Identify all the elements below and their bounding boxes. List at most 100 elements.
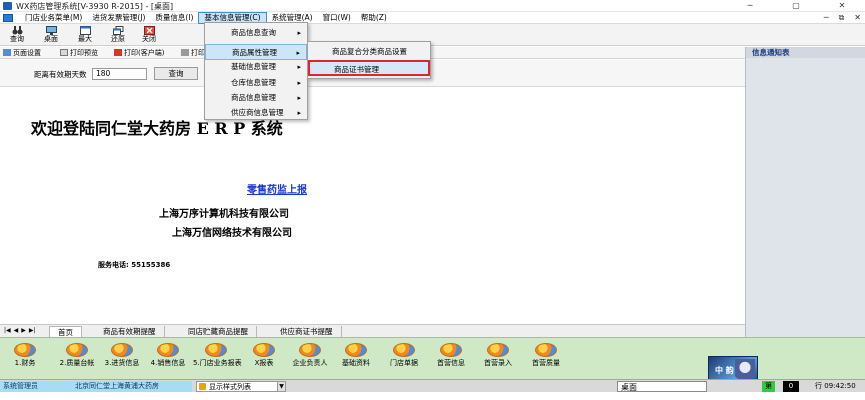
maximize-button[interactable]: ▢ <box>773 0 819 12</box>
tab-prev-button[interactable]: ◀ <box>14 327 19 334</box>
print-button[interactable]: 打印 <box>181 48 205 58</box>
system-menu-icon[interactable] <box>3 14 13 22</box>
chevron-down-icon[interactable]: ▼ <box>277 382 285 391</box>
tab-first-button[interactable]: |◀ <box>4 327 11 334</box>
module-label: 1.财务 <box>14 359 36 367</box>
menu-help[interactable]: 帮助(Z) <box>356 12 392 24</box>
menu-item-product-info[interactable]: 商品信息管理 ▸ <box>205 90 307 106</box>
menu-window[interactable]: 窗口(W) <box>318 12 356 24</box>
module-first-entry[interactable]: 首营录入 <box>475 343 521 377</box>
tab-storage-reminder[interactable]: 同店贮藏商品提醒 <box>180 326 257 337</box>
tab-last-button[interactable]: ▶| <box>29 327 36 334</box>
module-first-info[interactable]: 首营信息 <box>428 343 474 377</box>
chevron-right-icon: ▸ <box>297 63 301 71</box>
maximize-label: 最大 <box>78 35 92 43</box>
module-label: 首营质量 <box>532 359 560 367</box>
expiry-days-label: 距离有效期天数 <box>34 70 87 79</box>
module-enterprise-head[interactable]: 企业负责人 <box>287 343 333 377</box>
menu-item-basic-info[interactable]: 基础信息管理 ▸ <box>205 59 307 75</box>
candy-icon <box>14 343 36 357</box>
print-client-label: 打印(客户端) <box>124 49 165 57</box>
expiry-days-input[interactable]: 180 <box>92 68 147 80</box>
status-bar: 系统管理员 北京同仁堂上海黄浦大药房 显示样式列表 ▼ 桌面 第 0 行 09:… <box>0 379 865 392</box>
menu-item-supplier-info[interactable]: 供应商信息管理 ▸ <box>205 105 307 121</box>
candy-icon <box>66 343 88 357</box>
menu-purchase-invoice[interactable]: 进货发票管理(J) <box>87 12 150 24</box>
desktop-button[interactable]: 桌面 <box>38 25 64 45</box>
print-preview-label: 打印预览 <box>70 49 98 57</box>
menu-item-label: 商品信息管理 <box>231 93 276 102</box>
close-label: 关闭 <box>142 35 156 43</box>
menu-item-product-attribute[interactable]: 商品属性管理 ▸ <box>205 44 307 60</box>
candy-icon <box>393 343 415 357</box>
mdi-minimize-button[interactable]: ─ <box>824 12 829 24</box>
tab-next-button[interactable]: ▶ <box>21 327 26 334</box>
module-label: 首营信息 <box>437 359 465 367</box>
print-client-icon <box>114 49 122 56</box>
desktop-label: 桌面 <box>44 35 58 43</box>
submenu-item-certificate-management[interactable]: 商品证书管理 <box>308 60 430 76</box>
line-label: 行 09:42:50 <box>812 381 859 392</box>
minimize-button[interactable]: ─ <box>727 0 773 12</box>
tab-nav: |◀ ◀ ▶ ▶| <box>4 327 36 334</box>
basic-info-dropdown: 商品信息查询 ▸ 商品属性管理 ▸ 基础信息管理 ▸ 仓库信息管理 ▸ 商品信息管理 ▸ … <box>204 22 308 120</box>
print-preview-icon <box>60 49 68 56</box>
row-label: 第 <box>762 381 775 392</box>
submenu-item-category-setting[interactable]: 商品复合分类商品设置 <box>308 44 430 60</box>
candy-icon <box>111 343 133 357</box>
time-text: 09:42:50 <box>824 382 856 390</box>
close-window-button[interactable]: ✕ <box>819 0 865 12</box>
app-icon <box>3 2 12 10</box>
restore-tool-button[interactable]: 还原 <box>105 25 131 45</box>
print-client-button[interactable]: 打印(客户端) <box>114 48 164 58</box>
page-setup-button[interactable]: 页面设置 <box>3 48 41 58</box>
module-x-report[interactable]: X报表 <box>241 343 287 377</box>
title-bar: WX药店管理系统[V-3930 R-2015] - [桌面] ─ ▢ ✕ <box>0 0 865 12</box>
restore-label: 还原 <box>111 35 125 43</box>
module-purchase[interactable]: 3.进货信息 <box>99 343 145 377</box>
candy-icon <box>205 343 227 357</box>
retail-report-link[interactable]: 零售药监上报 <box>247 181 307 196</box>
desktop-icon <box>45 26 57 35</box>
menu-item-label: 商品信息查询 <box>231 28 276 37</box>
menu-bar: 门店业务菜单(M) 进货发票管理(J) 质量信息(I) 基本信息管理(C) 系统… <box>0 12 865 24</box>
tab-home[interactable]: 首页 <box>49 326 82 337</box>
tab-supplier-cert-reminder[interactable]: 供应商证书提醒 <box>272 326 342 337</box>
close-tool-button[interactable]: 关闭 <box>136 25 162 45</box>
tab-strip: |◀ ◀ ▶ ▶| 首页 商品有效期提醒 同店贮藏商品提醒 供应商证书提醒 <box>0 324 745 337</box>
notice-panel-header: 信息通知表 <box>746 47 865 58</box>
menu-item-warehouse-info[interactable]: 仓库信息管理 ▸ <box>205 75 307 91</box>
candy-icon <box>440 343 462 357</box>
module-label: 门店单据 <box>390 359 418 367</box>
mdi-restore-button[interactable]: ⧉ <box>839 12 845 24</box>
mdi-close-button[interactable]: ✕ <box>854 12 861 24</box>
menu-quality-info[interactable]: 质量信息(I) <box>150 12 198 24</box>
menu-store-business[interactable]: 门店业务菜单(M) <box>20 12 87 24</box>
tab-expiry-reminder[interactable]: 商品有效期提醒 <box>95 326 165 337</box>
module-first-quality[interactable]: 首营质量 <box>523 343 569 377</box>
module-store-documents[interactable]: 门店单据 <box>381 343 427 377</box>
line-label-text: 行 <box>815 382 822 390</box>
notice-panel-title: 信息通知表 <box>752 48 790 57</box>
maximize-tool-button[interactable]: 最大 <box>72 25 98 45</box>
module-quality-ledger[interactable]: 2.质量台帐 <box>54 343 100 377</box>
module-store-report[interactable]: 5.门店业务报表 <box>193 343 242 377</box>
desktop-field[interactable]: 桌面 <box>617 381 707 392</box>
company-name-2: 上海万信网络技术有限公司 <box>172 228 292 239</box>
query-button[interactable]: 查询 <box>4 25 30 45</box>
menu-item-label: 供应商信息管理 <box>231 108 284 117</box>
page-setup-label: 页面设置 <box>13 49 41 57</box>
window-controls: ─ ▢ ✕ <box>727 0 865 12</box>
style-list-dropdown[interactable]: 显示样式列表 <box>196 381 286 392</box>
candy-icon <box>157 343 179 357</box>
module-sales[interactable]: 4.销售信息 <box>145 343 191 377</box>
menu-item-product-query[interactable]: 商品信息查询 ▸ <box>205 25 307 41</box>
restore-icon <box>112 26 123 35</box>
module-basic-data[interactable]: 基础资料 <box>333 343 379 377</box>
module-finance[interactable]: 1.财务 <box>2 343 48 377</box>
product-attribute-submenu: 商品复合分类商品设置 商品证书管理 <box>307 41 431 79</box>
status-user: 系统管理员 <box>0 381 42 392</box>
folder-icon <box>199 383 206 390</box>
print-preview-button[interactable]: 打印预览 <box>60 48 98 58</box>
filter-query-button[interactable]: 查询 <box>154 67 198 80</box>
